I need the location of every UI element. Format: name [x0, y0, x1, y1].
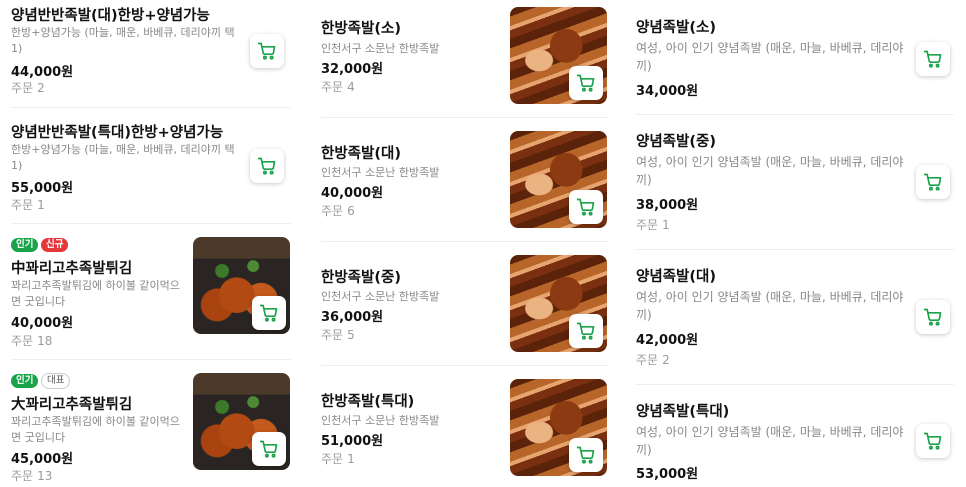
- menu-item-price: 51,000원: [321, 434, 384, 449]
- add-to-cart-button[interactable]: [250, 149, 284, 183]
- badge-signature: 대표: [41, 373, 71, 389]
- menu-item[interactable]: 한방족발(중) 인천서구 소문난 한방족발 36,000원 주문 5: [321, 242, 609, 366]
- menu-item-name: 양념족발(대): [636, 269, 716, 285]
- menu-item-photo[interactable]: [193, 237, 290, 334]
- menu-item[interactable]: 인기 신규 中꽈리고추족발튀김 꽈리고추족발튀김에 하이볼 같이먹으면 굿입니다…: [11, 224, 291, 360]
- shopping-cart-icon: [576, 74, 595, 92]
- menu-item-photo[interactable]: [510, 255, 607, 352]
- shopping-cart-icon: [923, 308, 942, 326]
- menu-item-price: 40,000원: [321, 186, 384, 201]
- menu-item-description: 꽈리고추족발튀김에 하이볼 같이먹으면 굿입니다: [11, 415, 180, 444]
- menu-item-price: 38,000원: [636, 198, 699, 213]
- menu-item-name: 양념족발(중): [636, 134, 716, 150]
- menu-item-name: 中꽈리고추족발튀김: [11, 261, 133, 277]
- menu-item-price: 42,000원: [636, 333, 699, 348]
- menu-item-price: 45,000원: [11, 452, 74, 467]
- menu-item[interactable]: 양념반반족발(특대)한방+양념가능 한방+양념가능 (마늘, 매운, 바베큐, …: [11, 108, 291, 224]
- menu-item[interactable]: 한방족발(소) 인천서구 소문난 한방족발 32,000원 주문 4: [321, 0, 609, 118]
- menu-item-description: 한방+양념가능 (마늘, 매운, 바베큐, 데리야끼 택1): [11, 26, 235, 55]
- menu-item-description: 여성, 아이 인기 양념족발 (매운, 마늘, 바베큐, 데리야끼): [636, 290, 904, 322]
- shopping-cart-icon: [259, 440, 278, 458]
- menu-item-photo[interactable]: [193, 373, 290, 470]
- menu-item-price: 55,000원: [11, 181, 74, 196]
- menu-item-orders: 주문 2: [11, 81, 45, 95]
- menu-item-description: 여성, 아이 인기 양념족발 (매운, 마늘, 바베큐, 데리야끼): [636, 155, 904, 187]
- add-to-cart-button[interactable]: [569, 66, 603, 100]
- shopping-cart-icon: [576, 446, 595, 464]
- menu-item-description: 인천서구 소문난 한방족발: [321, 42, 440, 55]
- menu-item-description: 꽈리고추족발튀김에 하이볼 같이먹으면 굿입니다: [11, 279, 180, 308]
- menu-item-price: 44,000원: [11, 65, 74, 80]
- menu-item-name: 한방족발(소): [321, 21, 401, 37]
- menu-item-name: 양념반반족발(특대)한방+양념가능: [11, 125, 224, 141]
- menu-item-description: 여성, 아이 인기 양념족발 (매운, 마늘, 바베큐, 데리야끼): [636, 425, 904, 457]
- menu-item[interactable]: 양념족발(소) 여성, 아이 인기 양념족발 (매운, 마늘, 바베큐, 데리야…: [636, 0, 954, 115]
- menu-item-name: 양념반반족발(대)한방+양념가능: [11, 8, 210, 24]
- menu-item-description: 인천서구 소문난 한방족발: [321, 414, 440, 427]
- menu-item-orders: 주문 2: [636, 353, 670, 367]
- menu-item-description: 인천서구 소문난 한방족발: [321, 166, 440, 179]
- menu-item-description: 한방+양념가능 (마늘, 매운, 바베큐, 데리야끼 택1): [11, 143, 235, 172]
- add-to-cart-button[interactable]: [250, 34, 284, 68]
- menu-item[interactable]: 한방족발(대) 인천서구 소문난 한방족발 40,000원 주문 6: [321, 118, 609, 242]
- add-to-cart-button[interactable]: [569, 190, 603, 224]
- menu-item-price: 34,000원: [636, 84, 699, 99]
- menu-item-name: 大꽈리고추족발튀김: [11, 397, 133, 413]
- menu-item[interactable]: 양념족발(특대) 여성, 아이 인기 양념족발 (매운, 마늘, 바베큐, 데리…: [636, 385, 954, 487]
- menu-item-name: 한방족발(대): [321, 146, 401, 162]
- menu-item-orders: 주문 18: [11, 334, 53, 348]
- badge-popular: 인기: [11, 238, 39, 252]
- shopping-cart-icon: [257, 157, 276, 175]
- add-to-cart-button[interactable]: [569, 438, 603, 472]
- shopping-cart-icon: [923, 432, 942, 450]
- add-to-cart-button[interactable]: [569, 314, 603, 348]
- menu-item-name: 양념족발(특대): [636, 404, 730, 420]
- menu-item-name: 한방족발(중): [321, 270, 401, 286]
- badge-new: 신규: [41, 238, 69, 252]
- menu-item-price: 36,000원: [321, 310, 384, 325]
- menu-item-price: 32,000원: [321, 62, 384, 77]
- menu-item-orders: 주문 1: [636, 218, 670, 232]
- menu-item-price: 53,000원: [636, 467, 699, 482]
- shopping-cart-icon: [576, 198, 595, 216]
- add-to-cart-button[interactable]: [916, 424, 950, 458]
- menu-item-name: 한방족발(특대): [321, 394, 415, 410]
- menu-item-photo[interactable]: [510, 379, 607, 476]
- menu-item-orders: 주문 13: [11, 469, 53, 483]
- shopping-cart-icon: [259, 304, 278, 322]
- menu-item-orders: 주문 4: [321, 80, 355, 94]
- shopping-cart-icon: [923, 173, 942, 191]
- shopping-cart-icon: [923, 50, 942, 68]
- shopping-cart-icon: [576, 322, 595, 340]
- badge-popular: 인기: [11, 374, 39, 388]
- menu-item[interactable]: 양념족발(중) 여성, 아이 인기 양념족발 (매운, 마늘, 바베큐, 데리야…: [636, 115, 954, 250]
- add-to-cart-button[interactable]: [252, 432, 286, 466]
- add-to-cart-button[interactable]: [916, 42, 950, 76]
- menu-item-name: 양념족발(소): [636, 20, 716, 36]
- menu-item-orders: 주문 6: [321, 204, 355, 218]
- add-to-cart-button[interactable]: [916, 300, 950, 334]
- menu-item-orders: 주문 1: [321, 452, 355, 466]
- add-to-cart-button[interactable]: [916, 165, 950, 199]
- menu-item-orders: 주문 1: [11, 198, 45, 212]
- menu-item[interactable]: 양념족발(대) 여성, 아이 인기 양념족발 (매운, 마늘, 바베큐, 데리야…: [636, 250, 954, 385]
- menu-item-description: 여성, 아이 인기 양념족발 (매운, 마늘, 바베큐, 데리야끼): [636, 41, 904, 73]
- menu-item-photo[interactable]: [510, 131, 607, 228]
- menu-item-photo[interactable]: [510, 7, 607, 104]
- menu-item[interactable]: 한방족발(특대) 인천서구 소문난 한방족발 51,000원 주문 1: [321, 366, 609, 487]
- shopping-cart-icon: [257, 42, 276, 60]
- menu-item[interactable]: 양념반반족발(대)한방+양념가능 한방+양념가능 (마늘, 매운, 바베큐, 데…: [11, 0, 291, 108]
- add-to-cart-button[interactable]: [252, 296, 286, 330]
- menu-item-orders: 주문 5: [321, 328, 355, 342]
- menu-item-price: 40,000원: [11, 316, 74, 331]
- menu-item[interactable]: 인기 대표 大꽈리고추족발튀김 꽈리고추족발튀김에 하이볼 같이먹으면 굿입니다…: [11, 360, 291, 487]
- menu-item-description: 인천서구 소문난 한방족발: [321, 290, 440, 303]
